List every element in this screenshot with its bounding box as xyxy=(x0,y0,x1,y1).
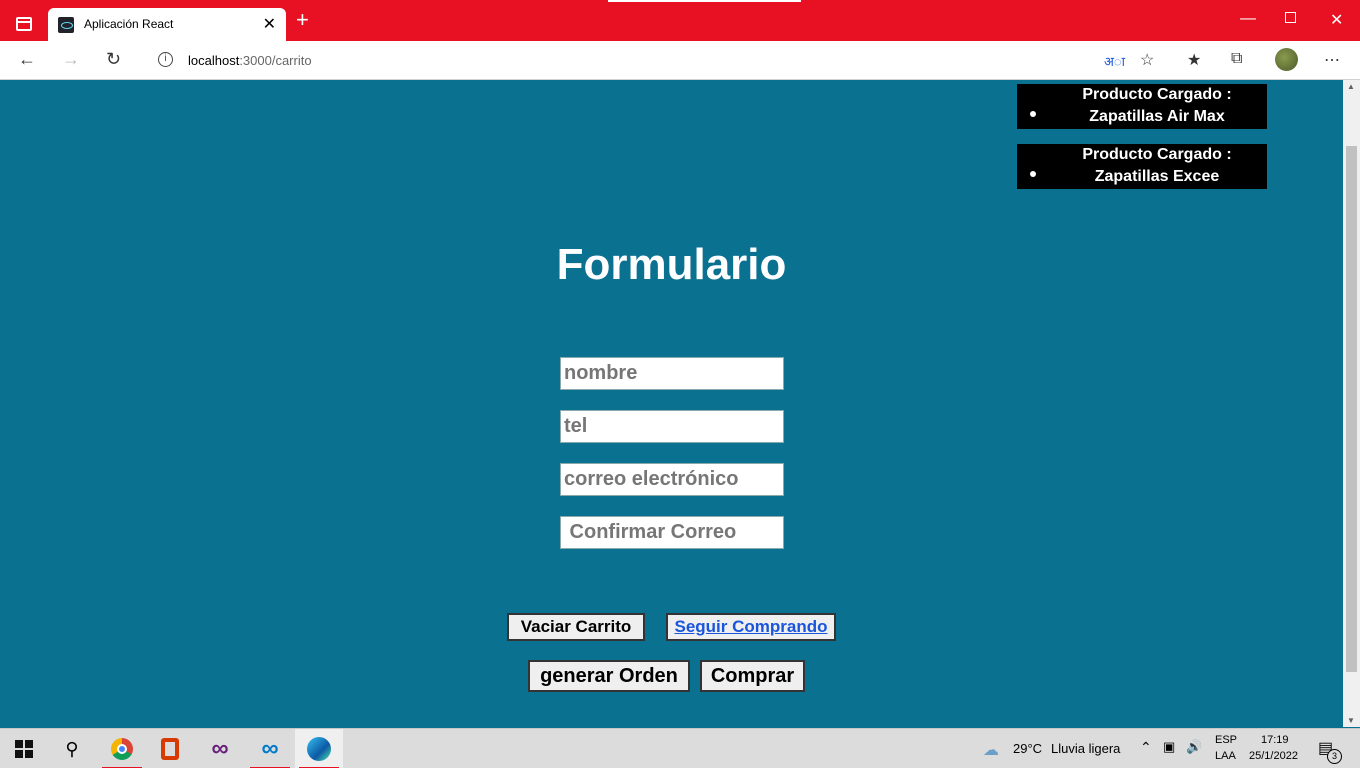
forward-arrow-icon[interactable]: → xyxy=(62,49,80,70)
product-label: Producto Cargado : xyxy=(1082,146,1232,163)
product-card: Producto Cargado : Zapatillas Excee xyxy=(1017,144,1267,189)
weather-icon[interactable]: ☁ xyxy=(983,740,999,760)
url-path: :3000/carrito xyxy=(239,53,312,68)
visual-studio-app[interactable]: ∞ xyxy=(196,729,244,768)
buy-button[interactable]: Comprar xyxy=(700,660,805,692)
chevron-up-icon[interactable]: ⌃ xyxy=(1140,739,1152,756)
phone-field[interactable] xyxy=(560,410,784,443)
scroll-down-icon[interactable]: ▼ xyxy=(1347,716,1355,725)
notification-count-badge: 3 xyxy=(1327,749,1342,764)
start-button[interactable] xyxy=(0,729,48,768)
windows-logo-icon xyxy=(15,740,33,758)
vertical-scrollbar[interactable]: ▲ ▼ xyxy=(1343,80,1360,727)
empty-cart-button[interactable]: Vaciar Carrito xyxy=(507,613,645,641)
windows-taskbar: ⚲ ∞ ∞ ☁ 29°C Lluvia ligera ⌃ ▣ 🔊 ESP LAA… xyxy=(0,728,1360,768)
browser-titlebar: Aplicación React ✕ + — ✕ xyxy=(0,0,1360,41)
network-icon[interactable]: ▣ xyxy=(1163,739,1175,755)
browser-tab[interactable]: Aplicación React ✕ xyxy=(48,8,286,41)
react-favicon-icon xyxy=(58,17,74,33)
confirm-email-field[interactable] xyxy=(560,516,784,549)
collections-icon[interactable]: ⧉ xyxy=(1231,50,1242,68)
office-app[interactable] xyxy=(146,729,194,768)
back-arrow-icon[interactable]: ← xyxy=(18,49,36,70)
window-menu-icon[interactable] xyxy=(16,17,32,31)
visual-studio-icon: ∞ xyxy=(211,735,229,762)
continue-shopping-link[interactable]: Seguir Comprando xyxy=(666,613,836,641)
product-card: Producto Cargado : Zapatillas Air Max xyxy=(1017,84,1267,129)
product-label: Producto Cargado : xyxy=(1082,86,1232,103)
chrome-icon xyxy=(111,738,133,760)
clock-date[interactable]: 25/1/2022 xyxy=(1249,750,1298,762)
browser-toolbar: ← → ↻ i localhost:3000/carrito अा ☆ ★ ⧉ … xyxy=(0,41,1360,80)
minimize-icon[interactable]: — xyxy=(1240,10,1256,28)
new-tab-button[interactable]: + xyxy=(296,9,309,31)
url-host: localhost xyxy=(188,53,240,68)
refresh-icon[interactable]: ↻ xyxy=(106,49,121,70)
page-content: Producto Cargado : Zapatillas Air Max Pr… xyxy=(0,80,1343,727)
office-icon xyxy=(161,738,179,760)
close-tab-icon[interactable]: ✕ xyxy=(263,14,276,34)
vscode-app[interactable]: ∞ xyxy=(246,729,294,768)
edge-icon xyxy=(307,737,331,761)
url-text[interactable]: localhost:3000/carrito xyxy=(188,53,312,68)
drag-indicator xyxy=(608,0,801,2)
product-name: Zapatillas Excee xyxy=(1094,168,1220,185)
product-name: Zapatillas Air Max xyxy=(1089,108,1225,125)
search-icon[interactable]: ⚲ xyxy=(48,729,96,768)
profile-avatar[interactable] xyxy=(1275,48,1298,71)
scrollbar-thumb[interactable] xyxy=(1346,146,1357,672)
bullet-icon xyxy=(1030,171,1036,177)
tab-title: Aplicación React xyxy=(84,17,174,31)
page-title: Formulario xyxy=(556,240,787,289)
more-menu-icon[interactable]: ⋯ xyxy=(1324,50,1340,70)
email-field[interactable] xyxy=(560,463,784,496)
chrome-app[interactable] xyxy=(98,729,146,768)
language-top[interactable]: ESP xyxy=(1215,734,1237,746)
generate-order-button[interactable]: generar Orden xyxy=(528,660,690,692)
add-favorite-icon[interactable]: ☆ xyxy=(1140,50,1154,70)
site-info-icon[interactable]: i xyxy=(158,52,173,67)
name-field[interactable] xyxy=(560,357,784,390)
translate-icon[interactable]: अा xyxy=(1104,52,1125,70)
weather-text[interactable]: Lluvia ligera xyxy=(1051,741,1120,756)
close-window-icon[interactable]: ✕ xyxy=(1330,10,1343,30)
bullet-icon xyxy=(1030,111,1036,117)
temperature-text[interactable]: 29°C xyxy=(1013,741,1042,756)
clock-time[interactable]: 17:19 xyxy=(1261,734,1289,746)
address-bar[interactable]: i localhost:3000/carrito xyxy=(144,45,1168,76)
vscode-icon: ∞ xyxy=(261,735,279,762)
maximize-icon[interactable] xyxy=(1285,12,1296,23)
favorites-icon[interactable]: ★ xyxy=(1187,50,1201,70)
edge-app[interactable] xyxy=(295,729,343,768)
language-bottom[interactable]: LAA xyxy=(1215,750,1236,762)
scroll-up-icon[interactable]: ▲ xyxy=(1347,82,1355,91)
volume-icon[interactable]: 🔊 xyxy=(1186,739,1202,755)
